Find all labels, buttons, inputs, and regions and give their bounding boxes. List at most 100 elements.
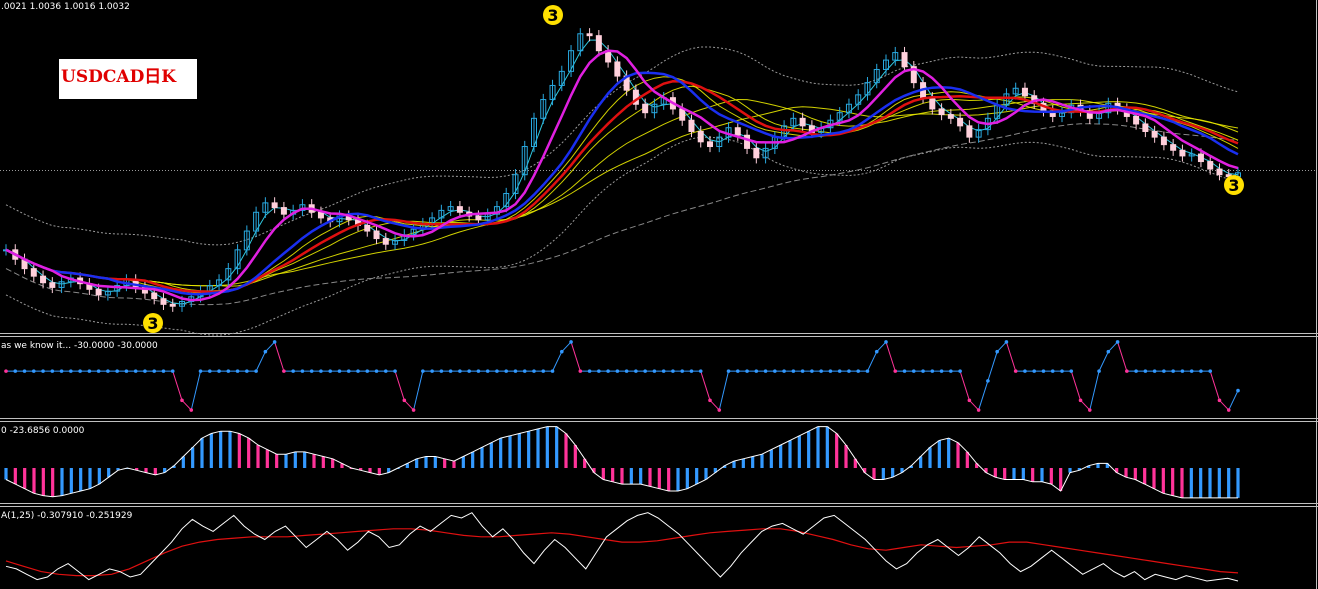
osc-point (856, 369, 861, 373)
wave-labels: 3 3 3 (143, 5, 1244, 333)
histogram-bar (881, 468, 885, 480)
histogram-bar (555, 426, 559, 468)
histogram-bar (685, 468, 689, 489)
osc-segment (996, 341, 1007, 353)
osc-point (1189, 369, 1194, 373)
histogram-bar (1031, 468, 1035, 482)
osc-point (485, 369, 490, 373)
osc-point (346, 369, 351, 373)
osc-segment (1098, 351, 1109, 372)
candle (1216, 168, 1223, 176)
osc-point (939, 369, 944, 373)
candle (40, 275, 47, 284)
osc-point (476, 369, 481, 373)
histogram-bar (1161, 468, 1165, 494)
osc-point (207, 369, 212, 373)
osc-point (569, 340, 573, 344)
candle (373, 230, 380, 240)
osc-point (819, 369, 823, 373)
osc-point (467, 369, 471, 373)
osc-point (1060, 369, 1064, 373)
candle (697, 130, 704, 143)
osc-point (226, 369, 231, 373)
histogram-bar (51, 468, 55, 497)
osc-segment (959, 370, 970, 401)
indicator-1-header: as we know it... -30.0000 -30.0000 (1, 341, 158, 351)
candle (317, 211, 324, 219)
histogram-bar (965, 451, 969, 468)
histogram-bar (32, 468, 36, 494)
osc-segment (265, 341, 275, 353)
histogram-bar (1199, 468, 1203, 498)
osc-point (1087, 408, 1092, 412)
histogram-bar (443, 458, 447, 468)
histogram-bar (200, 438, 204, 468)
osc-point (1125, 369, 1129, 373)
osc-point (1004, 340, 1009, 344)
osc-segment (190, 371, 202, 411)
histogram-bar (228, 431, 232, 468)
histogram-bar (508, 435, 512, 468)
osc-point (689, 369, 694, 373)
histogram-bar (79, 468, 83, 491)
histogram-bar (816, 426, 820, 468)
histogram-bar (1152, 468, 1156, 489)
osc-point (402, 398, 407, 403)
histogram-bar (153, 468, 157, 475)
histogram-bar (788, 440, 792, 468)
osc-point (559, 349, 564, 354)
osc-segment (1228, 390, 1239, 411)
osc-point (393, 369, 397, 373)
osc-point (708, 398, 712, 403)
osc-segment (867, 351, 878, 372)
osc-point (884, 340, 888, 344)
osc-point (791, 369, 796, 373)
histogram-bar (1049, 468, 1053, 485)
candle (614, 61, 621, 77)
osc-point (624, 369, 629, 373)
osc-point (1115, 340, 1120, 344)
histogram-bar (825, 426, 829, 468)
histogram-bar (667, 468, 671, 491)
candle (95, 288, 102, 296)
osc-segment (969, 399, 979, 411)
osc-point (309, 369, 314, 373)
osc-point (763, 369, 768, 373)
candle (1133, 115, 1140, 125)
osc-point (911, 369, 916, 373)
osc-point (726, 369, 731, 373)
histogram-bar (741, 458, 745, 468)
osc-point (41, 369, 45, 373)
osc-point (272, 340, 277, 344)
histogram-bar (620, 468, 624, 485)
histogram-bar (695, 468, 699, 485)
osc-point (634, 369, 638, 373)
osc-segment (570, 341, 581, 372)
osc-point (865, 369, 870, 373)
osc-point (1013, 369, 1018, 373)
osc-point (847, 369, 851, 373)
osc-point (735, 369, 740, 373)
osc-point (365, 369, 370, 373)
osc-point (773, 369, 777, 373)
osc-point (448, 369, 453, 373)
osc-point (300, 369, 305, 373)
osc-point (245, 369, 249, 373)
histogram-bar (265, 449, 269, 468)
osc-point (50, 369, 55, 373)
osc-point (22, 369, 27, 373)
osc-point (513, 369, 518, 373)
osc-point (180, 398, 184, 403)
histogram-bar (573, 445, 577, 468)
candle (364, 224, 371, 232)
osc-point (986, 379, 990, 383)
histogram-bar (1003, 468, 1007, 480)
osc-point (652, 369, 657, 373)
osc-segment (1107, 341, 1118, 353)
candle (1207, 161, 1214, 170)
osc-point (1171, 369, 1175, 373)
osc-point (504, 369, 509, 373)
osc-point (217, 369, 221, 373)
histogram-bar (312, 454, 316, 468)
osc-point (976, 408, 981, 412)
